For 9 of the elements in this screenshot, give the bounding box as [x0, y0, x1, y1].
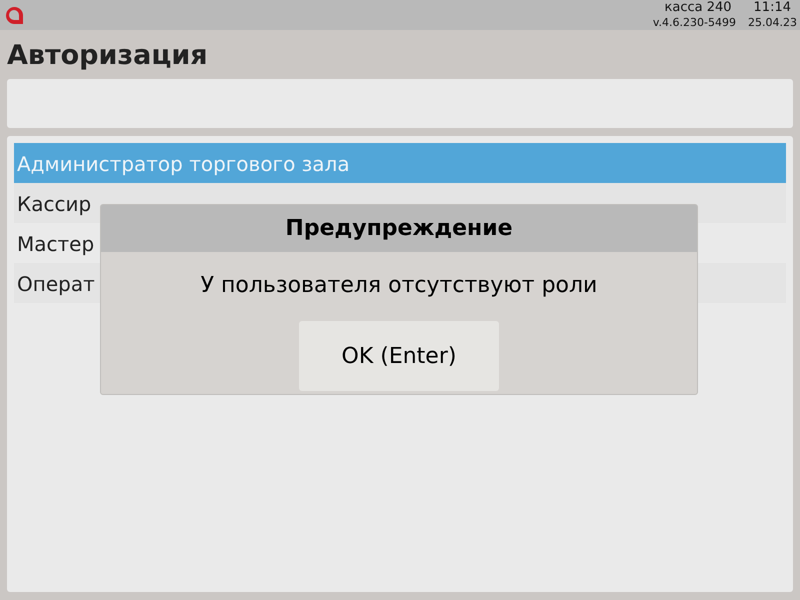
dialog-title: Предупреждение — [101, 205, 697, 252]
date-label: 25.04.23 — [748, 15, 797, 30]
ok-button[interactable]: OK (Enter) — [299, 321, 499, 391]
version-label: v.4.6.230-5499 — [652, 15, 736, 30]
register-label: касса 240 — [664, 0, 732, 15]
time-label: 11:14 — [754, 0, 791, 15]
logo-icon — [4, 4, 25, 26]
page-title: Авторизация — [6, 39, 209, 73]
dialog-message: У пользователя отсутствуют роли — [200, 272, 598, 300]
